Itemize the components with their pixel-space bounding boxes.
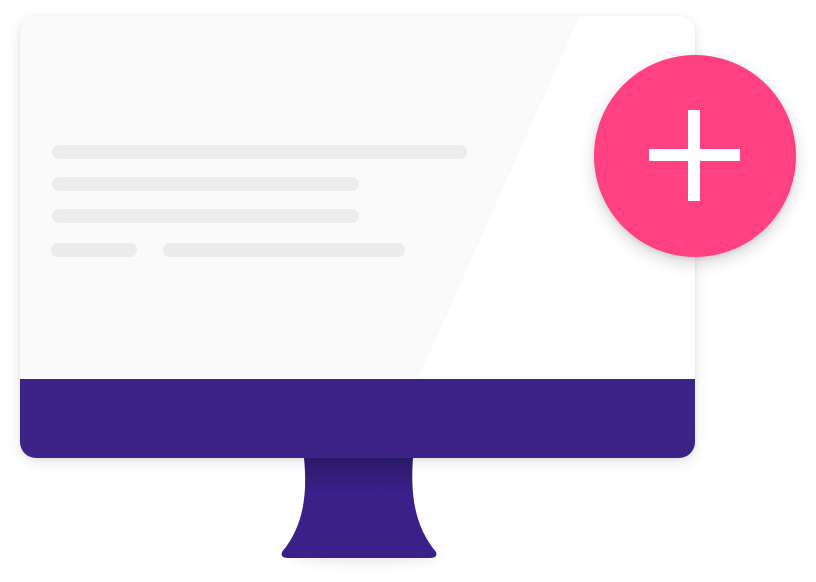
add-button[interactable] <box>594 55 796 257</box>
monitor-bezel <box>20 379 695 458</box>
placeholder-line <box>52 145 467 159</box>
placeholder-line <box>52 177 359 191</box>
monitor-stand <box>281 458 437 558</box>
placeholder-line <box>52 209 359 223</box>
plus-icon <box>649 110 740 201</box>
placeholder-line <box>163 243 405 257</box>
placeholder-line <box>51 243 137 257</box>
monitor-illustration <box>0 0 816 582</box>
